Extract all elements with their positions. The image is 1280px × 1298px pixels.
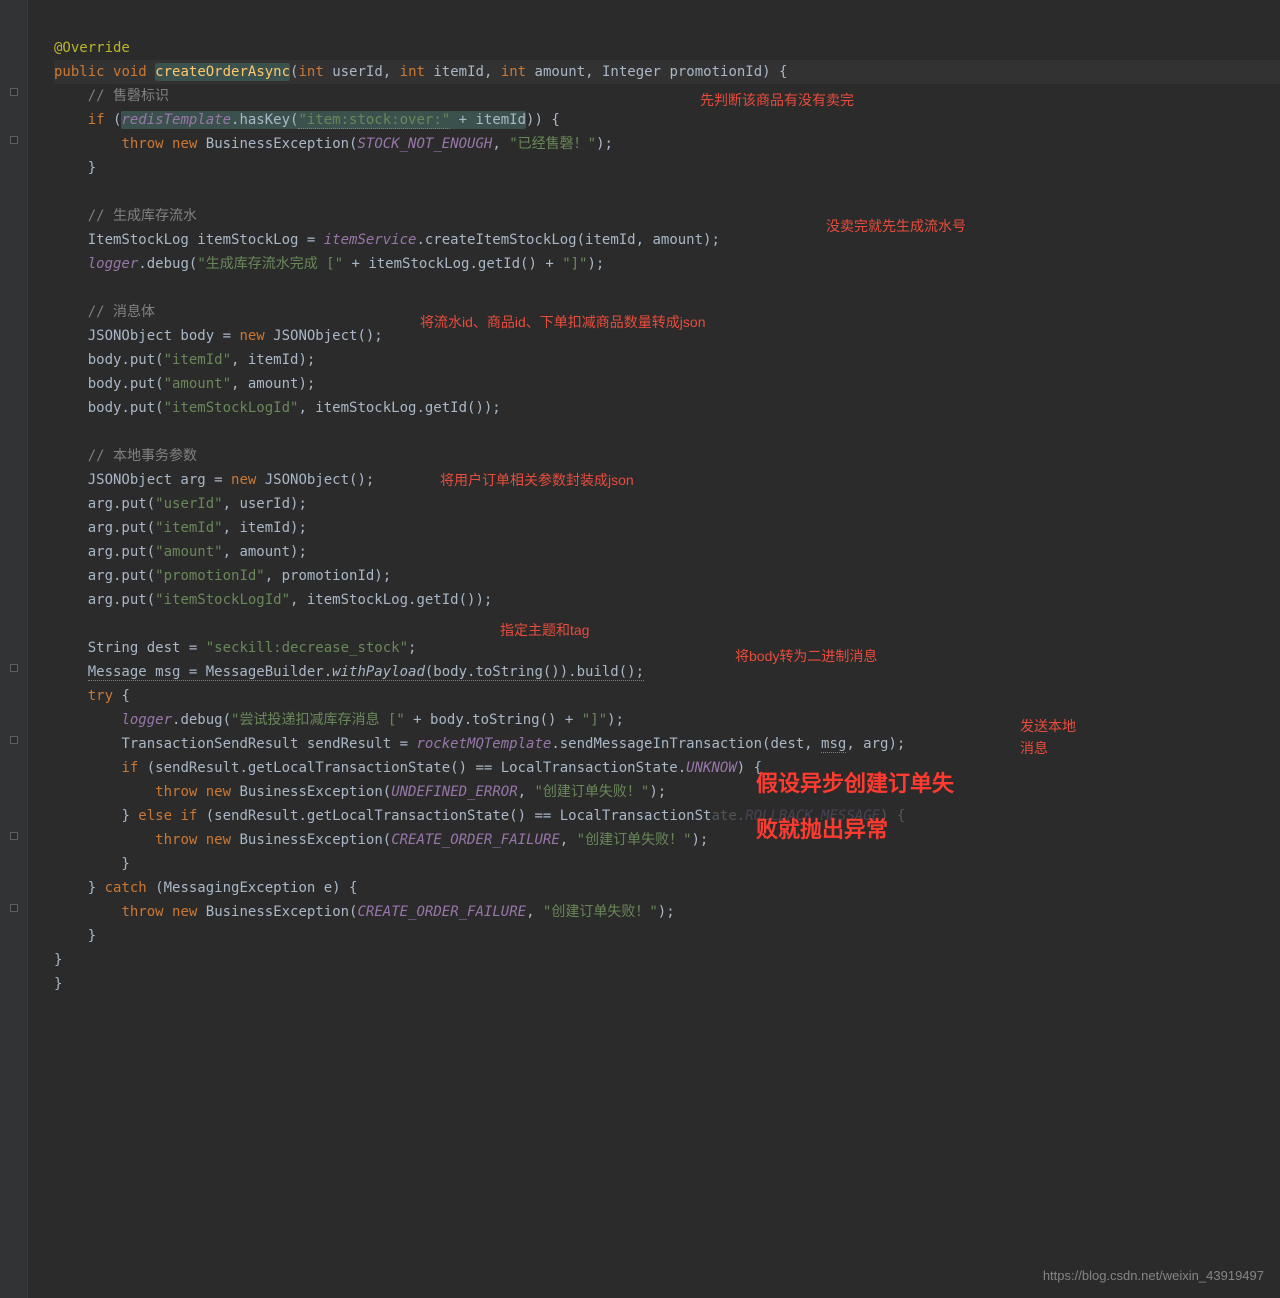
annotation-comment: 先判断该商品有没有卖完 xyxy=(700,88,854,112)
watermark: https://blog.csdn.net/weixin_43919497 xyxy=(1043,1264,1264,1288)
annotation: @Override xyxy=(54,40,130,56)
fold-marker[interactable] xyxy=(10,664,18,672)
fold-marker[interactable] xyxy=(10,736,18,744)
code-editor[interactable]: @Override public void createOrderAsync(i… xyxy=(0,0,1280,996)
fold-marker[interactable] xyxy=(10,136,18,144)
fold-marker[interactable] xyxy=(10,88,18,96)
annotation-comment: 消息 xyxy=(1020,736,1048,760)
annotation-comment: 将body转为二进制消息 xyxy=(735,644,877,668)
annotation-comment: 将用户订单相关参数封装成json xyxy=(440,468,634,492)
annotation-bold: 败就抛出异常 xyxy=(756,818,888,842)
annotation-comment: 将流水id、商品id、下单扣减商品数量转成json xyxy=(420,310,705,334)
annotation-comment: 发送本地 xyxy=(1020,714,1076,738)
fold-marker[interactable] xyxy=(10,832,18,840)
annotation-bold: 假设异步创建订单失 xyxy=(756,772,954,796)
annotation-comment: 指定主题和tag xyxy=(500,618,589,642)
annotation-comment: 没卖完就先生成流水号 xyxy=(826,214,966,238)
fold-marker[interactable] xyxy=(10,904,18,912)
editor-gutter xyxy=(0,0,28,1298)
